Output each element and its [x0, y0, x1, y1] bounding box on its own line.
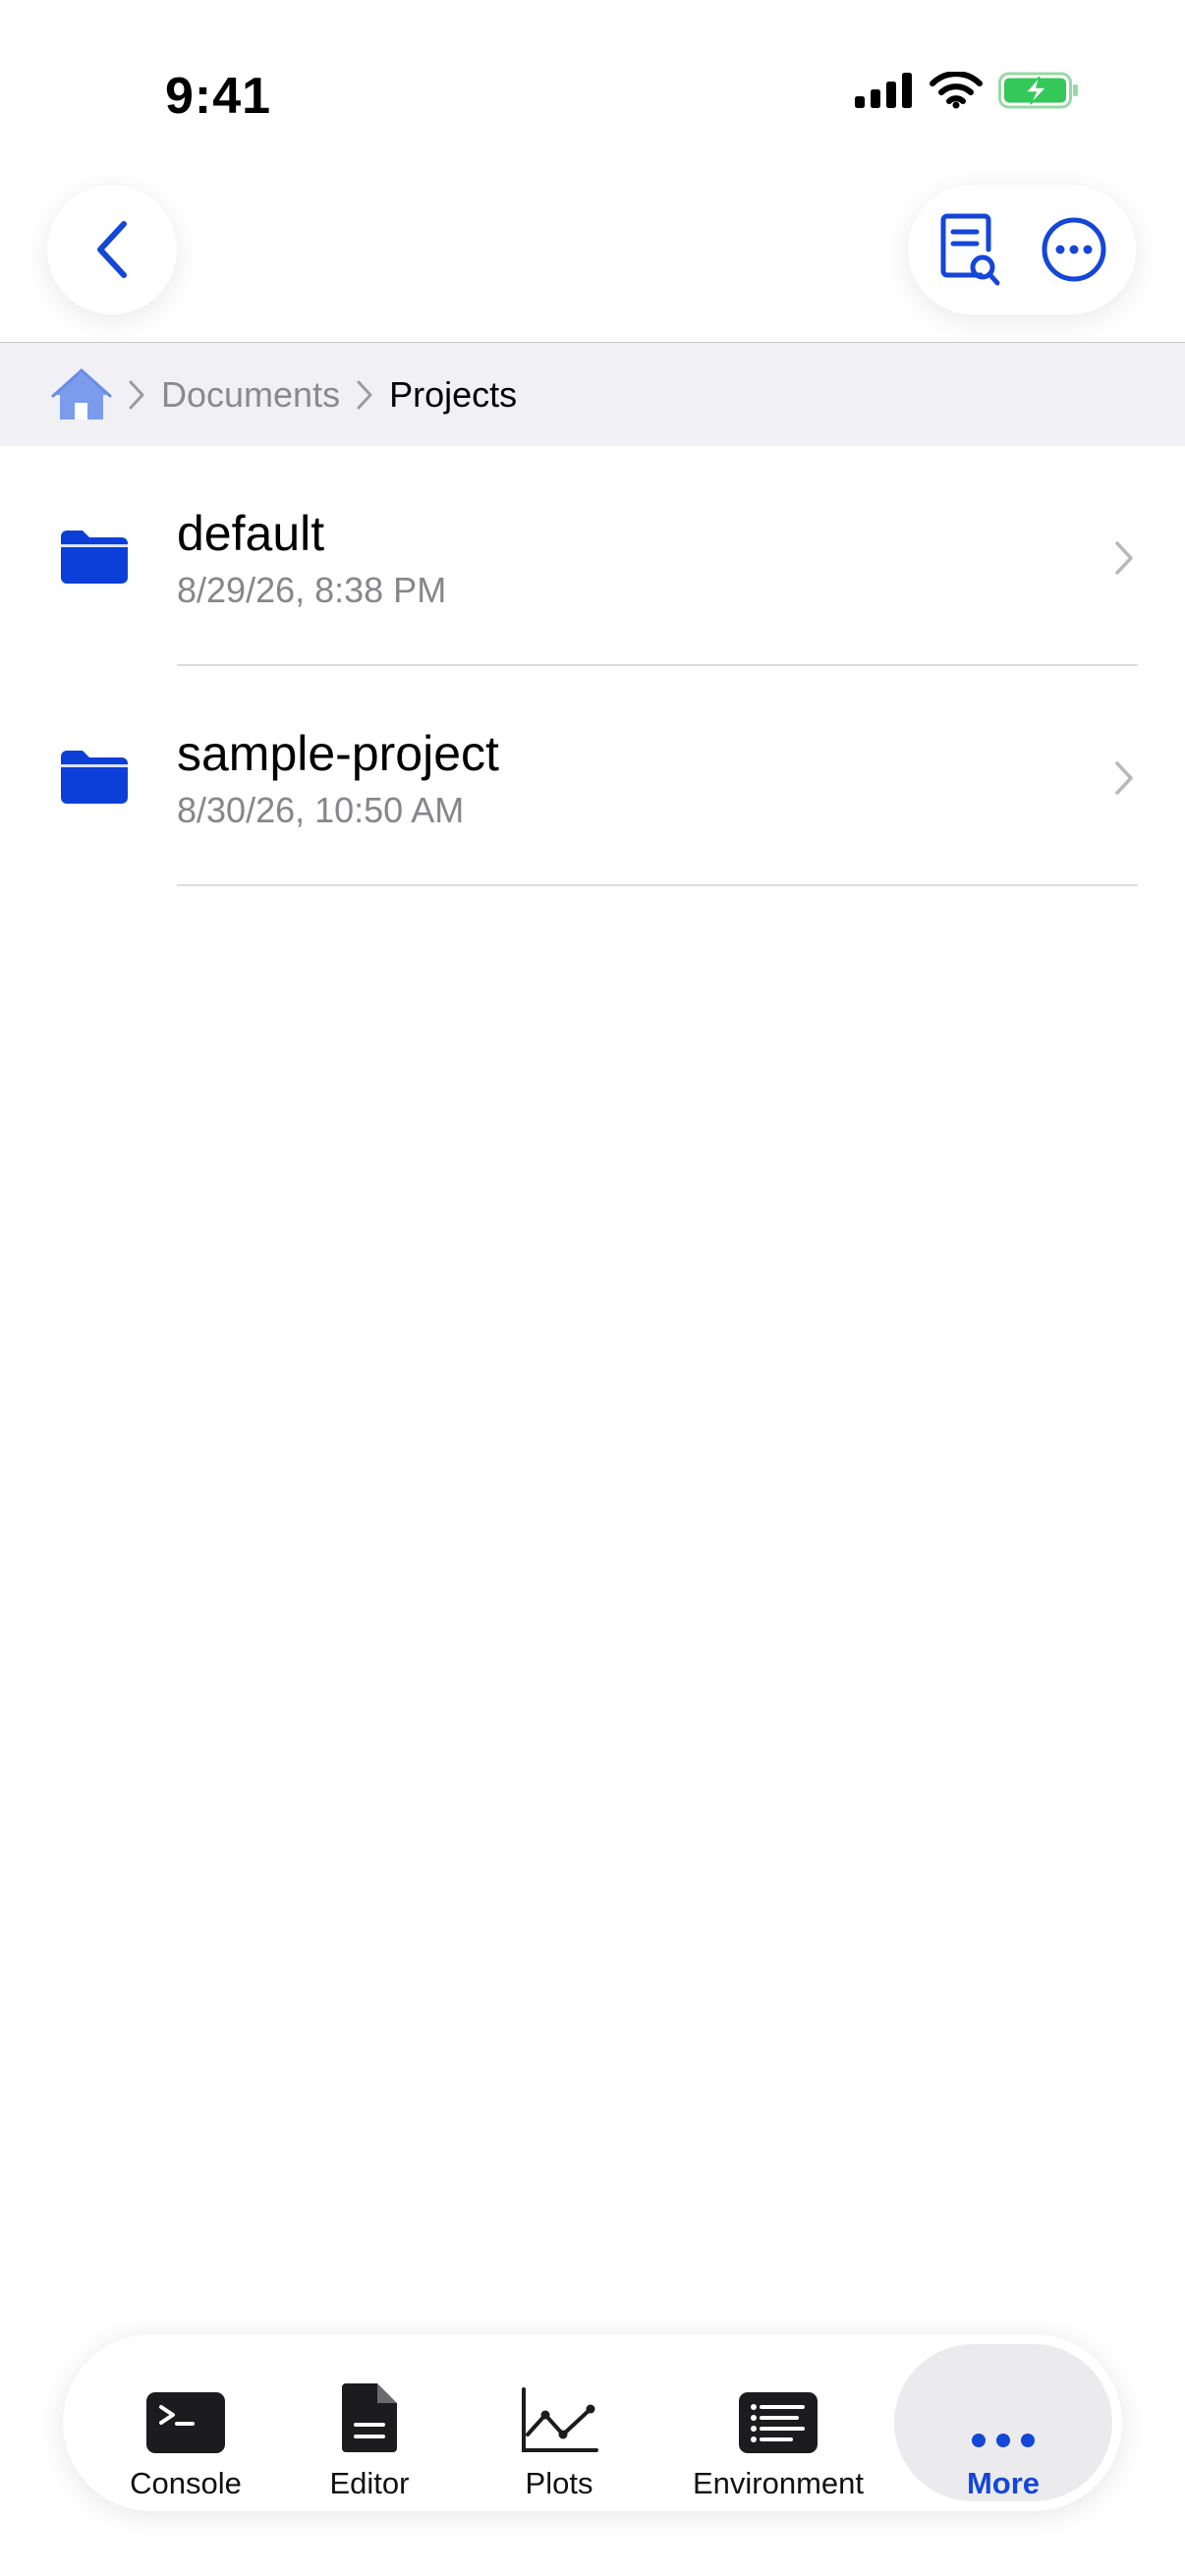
search-documents-button[interactable]: [923, 202, 1017, 297]
status-icons: [855, 71, 1081, 110]
tab-plots[interactable]: Plots: [495, 2344, 623, 2501]
ellipsis-circle-icon: [1042, 217, 1106, 282]
terminal-icon: [146, 2392, 225, 2453]
folder-icon: [61, 531, 128, 584]
file-date: 8/30/26, 10:50 AM: [177, 790, 465, 830]
home-icon[interactable]: [51, 367, 112, 422]
chevron-right-icon: [1115, 541, 1133, 575]
file-name: default: [177, 506, 325, 561]
document-icon: [342, 2383, 397, 2452]
file-name: sample-project: [177, 726, 499, 781]
chevron-left-icon: [97, 221, 127, 278]
breadcrumb-separator: [354, 378, 375, 412]
tab-label: Console: [130, 2466, 242, 2500]
breadcrumb-documents[interactable]: Documents: [161, 374, 340, 416]
tab-label: More: [966, 2466, 1041, 2500]
tab-environment[interactable]: Environment: [678, 2344, 878, 2501]
tab-label: Editor: [329, 2466, 410, 2500]
cellular-signal-icon: [855, 73, 912, 108]
status-time: 9:41: [165, 68, 272, 125]
back-button[interactable]: [47, 185, 177, 314]
tab-more[interactable]: More: [894, 2344, 1112, 2501]
file-list: default 8/29/26, 8:38 PM sample-project …: [0, 446, 1185, 886]
chevron-right-icon: [1115, 761, 1133, 795]
tab-label: Environment: [692, 2466, 865, 2500]
chevron-right-icon: [129, 380, 144, 409]
tab-bar: Console Editor Plots Environment More: [63, 2334, 1122, 2511]
breadcrumb-separator: [126, 378, 147, 412]
file-date: 8/29/26, 8:38 PM: [177, 570, 447, 610]
tab-label: Plots: [525, 2466, 593, 2500]
row-divider: [177, 884, 1138, 886]
folder-icon: [61, 751, 128, 804]
line-chart-icon: [522, 2387, 598, 2452]
header-actions: [908, 185, 1136, 314]
chevron-right-icon: [357, 380, 372, 409]
status-bar: 9:41: [0, 0, 1185, 177]
breadcrumb: Documents Projects: [0, 342, 1185, 446]
battery-charging-icon: [998, 72, 1078, 109]
document-search-icon: [940, 213, 1000, 286]
wifi-icon: [930, 72, 983, 109]
breadcrumb-projects: Projects: [389, 373, 518, 415]
list-item[interactable]: sample-project 8/30/26, 10:50 AM: [0, 666, 1185, 886]
ellipsis-icon: [972, 2434, 1035, 2447]
tab-editor[interactable]: Editor: [303, 2344, 436, 2501]
list-icon: [739, 2392, 818, 2453]
more-options-button[interactable]: [1027, 202, 1121, 297]
tab-console[interactable]: Console: [106, 2344, 265, 2501]
list-item[interactable]: default 8/29/26, 8:38 PM: [0, 446, 1185, 666]
navigation-header: [0, 177, 1185, 342]
